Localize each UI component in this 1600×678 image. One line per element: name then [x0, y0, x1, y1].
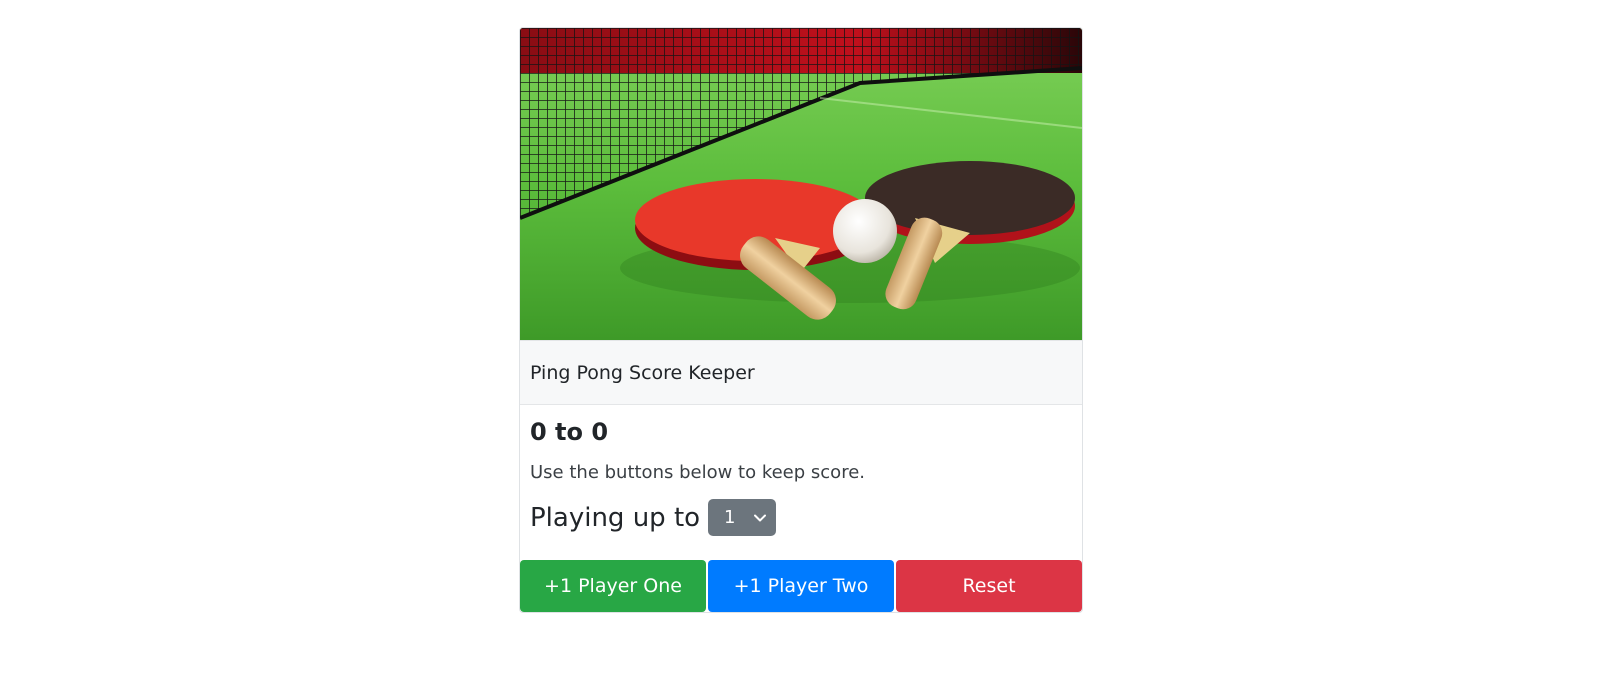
- card-header: Ping Pong Score Keeper: [520, 340, 1082, 405]
- instructions-text: Use the buttons below to keep score.: [530, 462, 865, 483]
- reset-button[interactable]: Reset: [896, 560, 1082, 612]
- score-buttons: +1 Player One +1 Player Two Reset: [520, 560, 1082, 612]
- score-display: 0 to 0: [530, 418, 609, 446]
- player-two-button[interactable]: +1 Player Two: [708, 560, 894, 612]
- player-one-button[interactable]: +1 Player One: [520, 560, 706, 612]
- ping-pong-paddles-image: [520, 28, 1082, 340]
- chevron-down-icon: [754, 514, 767, 521]
- winning-score-value: 1: [724, 507, 736, 528]
- card-body: 0 to 0 Use the buttons below to keep sco…: [520, 405, 1082, 560]
- score-keeper-card: Ping Pong Score Keeper 0 to 0 Use the bu…: [519, 27, 1083, 613]
- card-title: Ping Pong Score Keeper: [530, 361, 755, 384]
- winning-score-label: Playing up to: [530, 502, 701, 533]
- winning-score-select[interactable]: 1: [708, 499, 777, 536]
- winning-score-row: Playing up to 1: [530, 499, 1072, 536]
